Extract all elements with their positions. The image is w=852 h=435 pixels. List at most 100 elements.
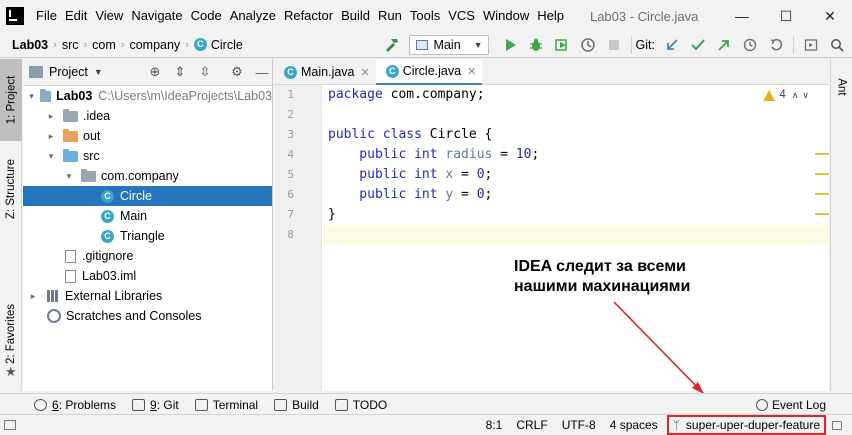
menu-analyze[interactable]: Analyze [226, 0, 280, 32]
caret-position[interactable]: 8:1 [479, 418, 510, 432]
expand-arrow-icon[interactable]: ▾ [27, 91, 36, 102]
class-icon: C [101, 229, 114, 243]
breadcrumb-circle[interactable]: C Circle [191, 38, 246, 52]
tree-item-triangle[interactable]: C Triangle [23, 226, 272, 246]
menu-help[interactable]: Help [533, 0, 568, 32]
tree-item-circle[interactable]: C Circle [23, 186, 272, 206]
tool-windows-toggle-icon[interactable] [4, 420, 16, 430]
git-update-icon[interactable] [661, 34, 683, 56]
menu-tools[interactable]: Tools [406, 0, 444, 32]
tree-item-out[interactable]: ▸ out [23, 126, 272, 146]
tool-tab-build[interactable]: Build [266, 398, 327, 412]
layout-icon[interactable] [800, 34, 822, 56]
breadcrumb-com[interactable]: com [89, 38, 119, 52]
git-push-icon[interactable] [713, 34, 735, 56]
menu-run[interactable]: Run [374, 0, 406, 32]
warning-stripe-mark[interactable] [815, 213, 829, 215]
code-editor[interactable]: 1 2 3 4 5 6 7 8 package com.company; pub… [274, 85, 829, 391]
breadcrumb-src[interactable]: src [59, 38, 82, 52]
project-tool-window: Project ▼ ⊕ ⇕ ⇳ ⚙ — ▾ Lab03 C:\Users\m\I… [23, 59, 273, 391]
expand-all-icon[interactable]: ⇳ [195, 62, 215, 82]
tree-item-main[interactable]: C Main [23, 206, 272, 226]
stop-icon[interactable] [603, 34, 625, 56]
expand-arrow-icon[interactable]: ▾ [45, 151, 57, 162]
expand-arrow-icon[interactable]: ▾ [63, 171, 75, 182]
menu-edit[interactable]: Edit [61, 0, 91, 32]
line-separator[interactable]: CRLF [509, 418, 554, 432]
tool-tab-git[interactable]: 9: Git [124, 398, 187, 412]
indent-setting[interactable]: 4 spaces [603, 418, 665, 432]
warning-stripe-mark[interactable] [815, 193, 829, 195]
tool-tab-todo[interactable]: TODO [327, 398, 395, 412]
breadcrumb-company[interactable]: company [126, 38, 183, 52]
run-icon[interactable] [499, 34, 521, 56]
locate-icon[interactable]: ⊕ [145, 62, 165, 82]
chevron-down-icon[interactable]: ▼ [94, 67, 103, 77]
close-tab-icon[interactable]: ✕ [361, 66, 370, 79]
breadcrumb-project[interactable]: Lab03 [0, 38, 51, 52]
file-encoding[interactable]: UTF-8 [555, 418, 603, 432]
file-icon [65, 249, 76, 263]
tree-item-lab03-iml[interactable]: Lab03.iml [23, 266, 272, 286]
inspection-widget[interactable]: 4 ∧ ∨ [763, 89, 809, 101]
menu-window[interactable]: Window [479, 0, 533, 32]
search-everywhere-icon[interactable] [826, 34, 848, 56]
tree-item-lab03[interactable]: ▾ Lab03 C:\Users\m\IdeaProjects\Lab03 [23, 86, 272, 106]
tool-tab-event-log[interactable]: Event Log [755, 398, 826, 412]
gear-icon[interactable]: ⚙ [227, 62, 247, 82]
breadcrumb-separator-icon: › [185, 38, 189, 51]
tree-item-gitignore[interactable]: .gitignore [23, 246, 272, 266]
build-hammer-icon[interactable] [381, 34, 403, 56]
coverage-icon[interactable] [551, 34, 573, 56]
lock-icon[interactable] [832, 420, 842, 430]
tool-tab-ant[interactable]: Ant [831, 67, 852, 107]
menu-view[interactable]: View [91, 0, 127, 32]
menu-code[interactable]: Code [187, 0, 226, 32]
minimize-button[interactable]: — [720, 0, 764, 32]
history-icon[interactable] [739, 34, 761, 56]
warning-stripe-mark[interactable] [815, 153, 829, 155]
git-commit-icon[interactable] [687, 34, 709, 56]
tree-item-idea[interactable]: ▸ .idea [23, 106, 272, 126]
profile-icon[interactable] [577, 34, 599, 56]
tree-item-src[interactable]: ▾ src [23, 146, 272, 166]
run-configuration-select[interactable]: Main ▼ [408, 34, 489, 55]
tree-item-external-libraries[interactable]: ▸ External Libraries [23, 286, 272, 306]
chevron-down-icon[interactable]: ∨ [802, 90, 809, 101]
line-number: 7 [287, 208, 294, 221]
hide-icon[interactable]: — [252, 62, 272, 82]
tab-main-java[interactable]: C Main.java ✕ [274, 59, 376, 85]
close-button[interactable]: ✕ [808, 0, 852, 32]
menu-refactor[interactable]: Refactor [280, 0, 337, 32]
tool-tab-project[interactable]: 1: Project [0, 59, 22, 141]
git-branch-icon: ᛘ [672, 418, 680, 432]
expand-arrow-icon[interactable]: ▸ [45, 111, 57, 122]
rollback-icon[interactable] [765, 34, 787, 56]
breadcrumb-circle-label: Circle [210, 37, 243, 52]
maximize-button[interactable]: ☐ [764, 0, 808, 32]
debug-icon[interactable] [525, 34, 547, 56]
project-view-title[interactable]: Project [49, 65, 88, 79]
collapse-all-icon[interactable]: ⇕ [170, 62, 190, 82]
git-branch-widget[interactable]: ᛘ super-uper-duper-feature [666, 415, 826, 435]
expand-arrow-icon[interactable]: ▸ [45, 131, 57, 142]
tree-item-com-company[interactable]: ▾ com.company [23, 166, 272, 186]
menu-vcs[interactable]: VCS [444, 0, 479, 32]
tool-tab-favorites[interactable]: 2: Favorites [0, 294, 22, 374]
tool-tab-git-num: 9 [150, 397, 157, 412]
favorites-star-icon[interactable]: ★ [5, 364, 17, 380]
tab-circle-java[interactable]: C Circle.java ✕ [375, 59, 483, 86]
menu-file[interactable]: File [32, 0, 61, 32]
module-folder-icon [39, 88, 52, 102]
tool-tab-problems[interactable]: 6: Problems [26, 398, 124, 412]
chevron-up-icon[interactable]: ∧ [792, 90, 799, 101]
close-tab-icon[interactable]: ✕ [467, 65, 476, 78]
tree-item-scratches[interactable]: Scratches and Consoles [23, 306, 272, 326]
tool-tab-structure[interactable]: Z: Structure [0, 149, 22, 229]
warning-stripe-mark[interactable] [815, 173, 829, 175]
tool-tab-terminal[interactable]: Terminal [187, 398, 266, 412]
menu-build[interactable]: Build [337, 0, 374, 32]
project-view-icon [29, 66, 43, 78]
expand-arrow-icon[interactable]: ▸ [27, 291, 39, 302]
menu-navigate[interactable]: Navigate [127, 0, 186, 32]
